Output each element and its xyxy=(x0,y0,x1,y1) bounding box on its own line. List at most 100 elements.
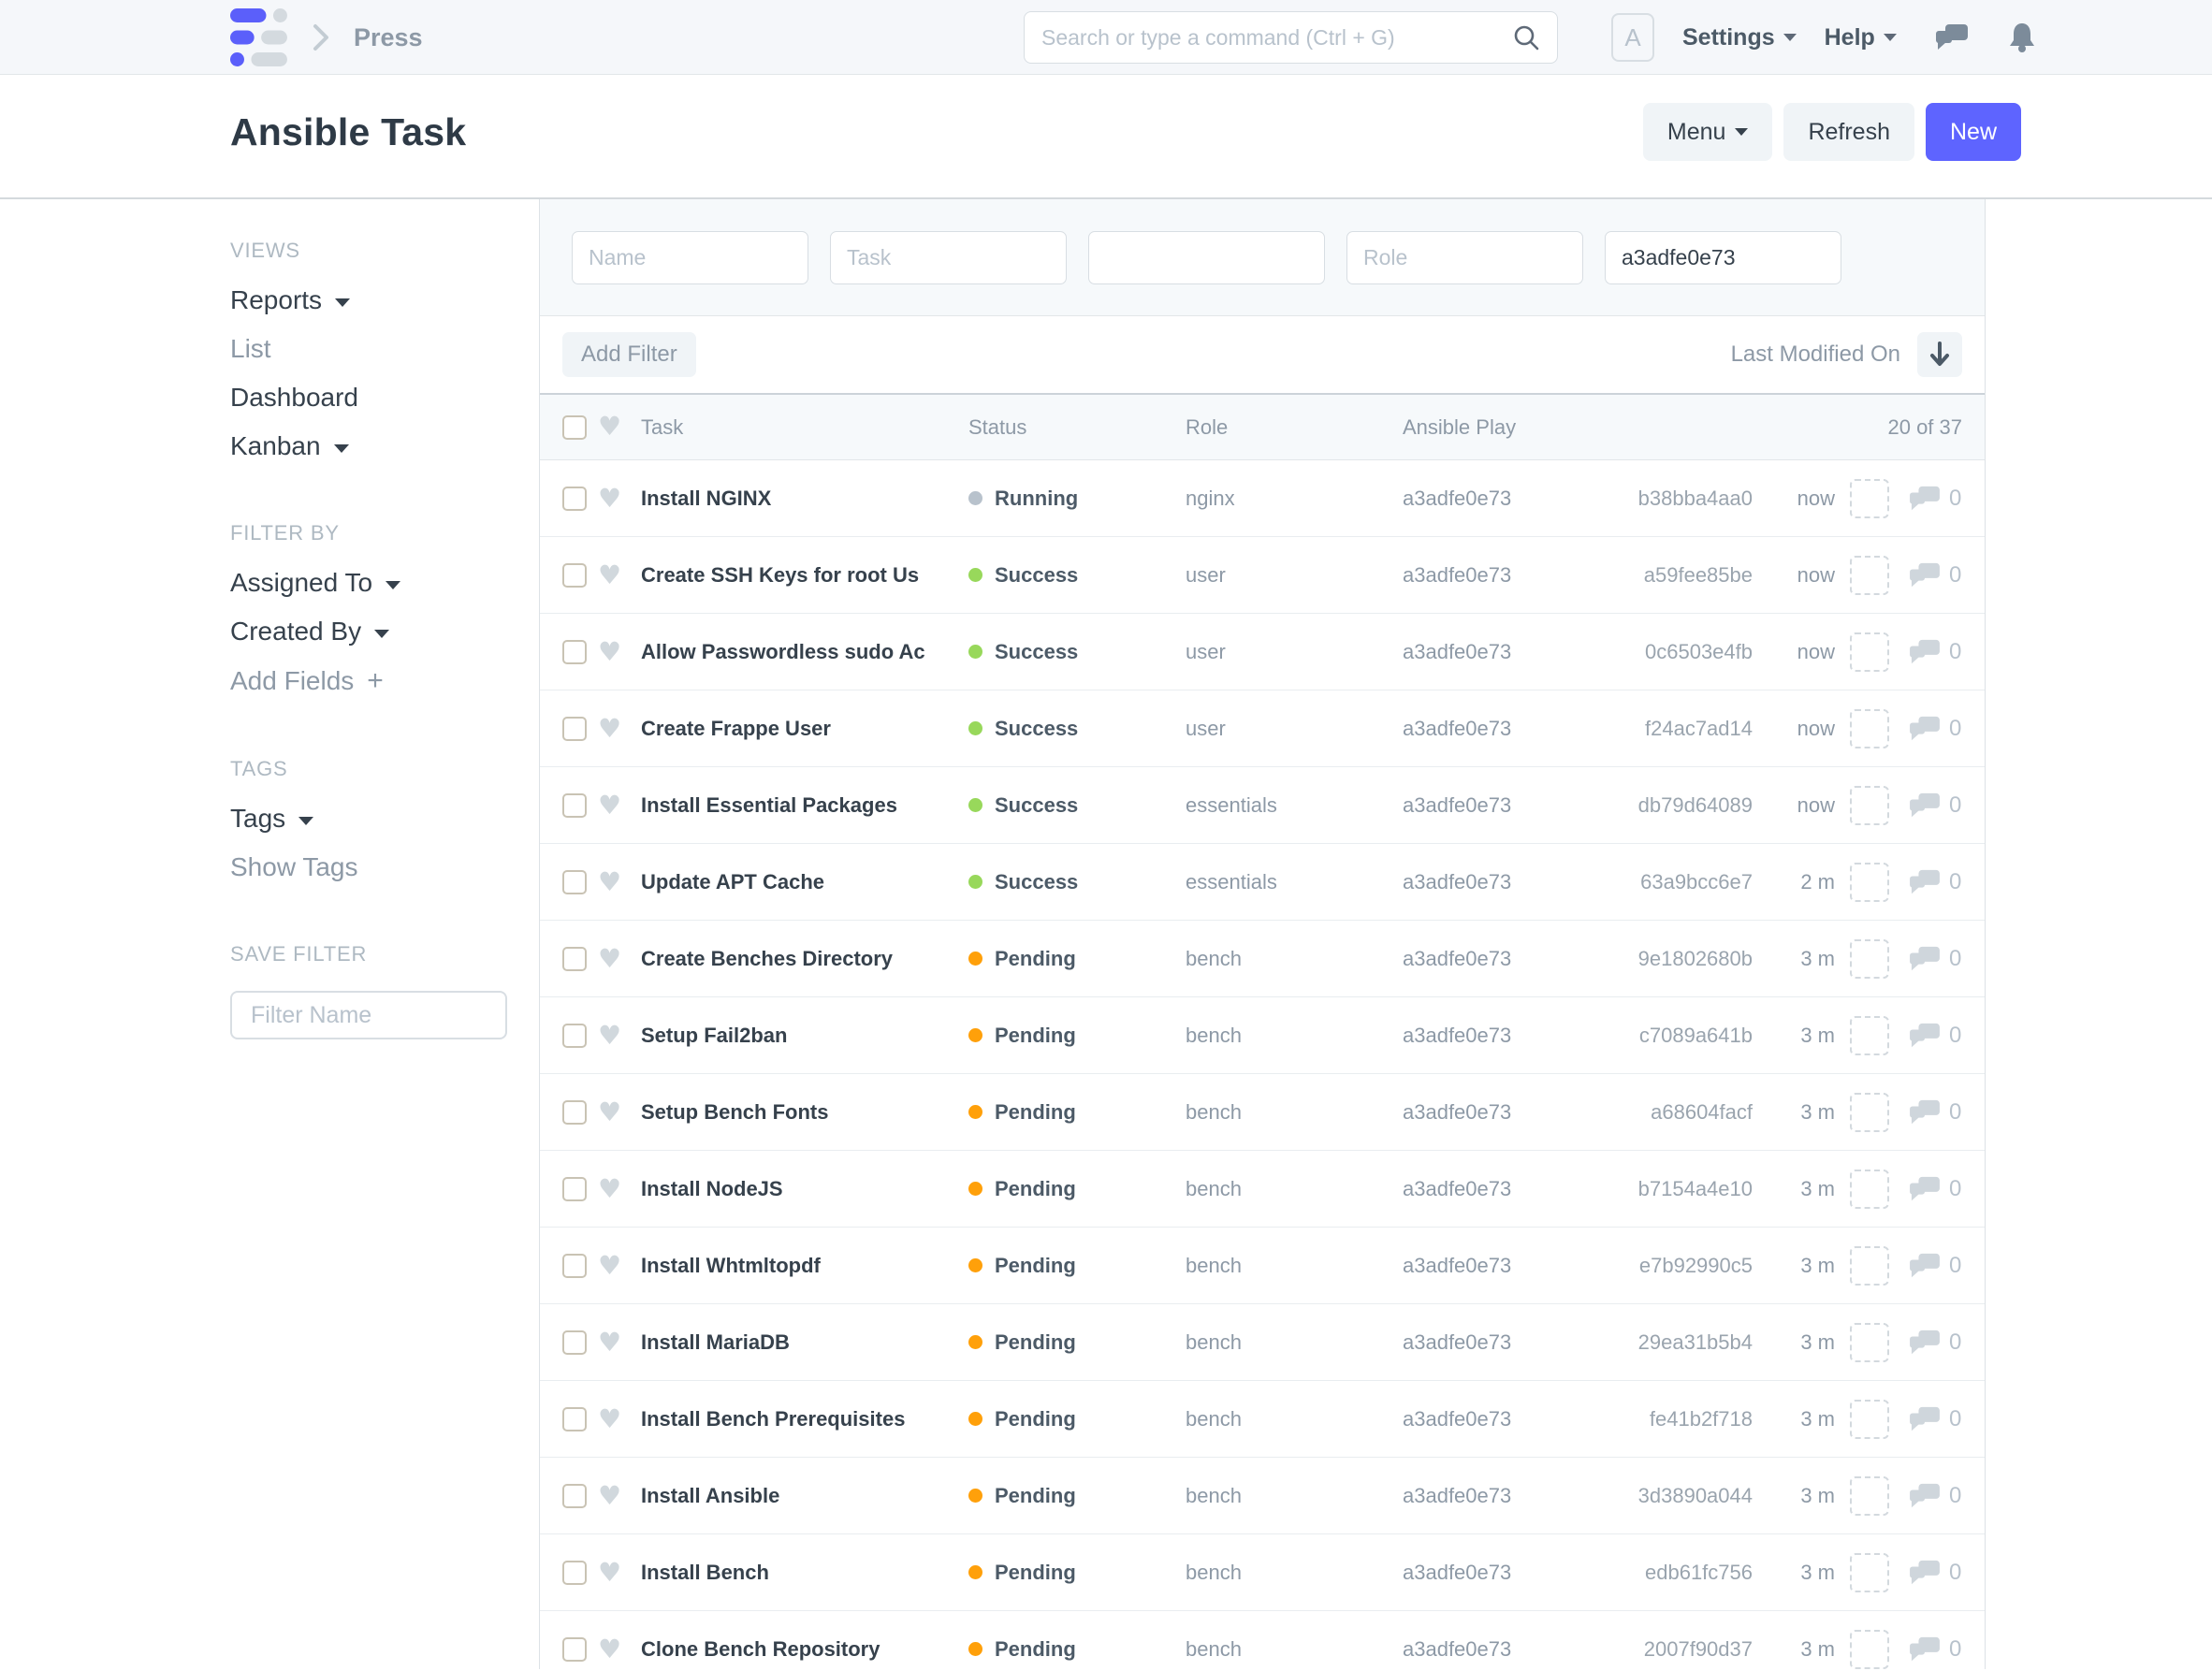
assign-button[interactable] xyxy=(1850,786,1889,825)
assign-button[interactable] xyxy=(1850,1016,1889,1055)
task-link[interactable]: Allow Passwordless sudo Ac xyxy=(641,640,925,663)
row-checkbox[interactable] xyxy=(562,1407,587,1431)
assign-button[interactable] xyxy=(1850,632,1889,672)
assign-button[interactable] xyxy=(1850,1400,1889,1439)
task-link[interactable]: Update APT Cache xyxy=(641,870,824,894)
menu-button[interactable]: Menu xyxy=(1643,103,1773,161)
filter-input-name[interactable] xyxy=(572,231,808,284)
row-checkbox[interactable] xyxy=(562,1561,587,1585)
like-heart-icon[interactable] xyxy=(598,713,621,744)
column-header-task[interactable]: Task xyxy=(641,415,968,440)
column-header-status[interactable]: Status xyxy=(968,415,1186,440)
assign-button[interactable] xyxy=(1850,1323,1889,1362)
task-link[interactable]: Create Frappe User xyxy=(641,717,831,740)
sort-field-label[interactable]: Last Modified On xyxy=(1731,341,1900,368)
assign-button[interactable] xyxy=(1850,1630,1889,1669)
table-row[interactable]: Install Bench Pending bench a3adfe0e73 e… xyxy=(540,1534,1985,1611)
table-row[interactable]: Allow Passwordless sudo Ac Success user … xyxy=(540,614,1985,690)
row-checkbox[interactable] xyxy=(562,1484,587,1508)
table-row[interactable]: Create SSH Keys for root Us Success user… xyxy=(540,537,1985,614)
search-input[interactable] xyxy=(1041,25,1512,51)
row-checkbox[interactable] xyxy=(562,870,587,894)
table-row[interactable]: Install Essential Packages Success essen… xyxy=(540,767,1985,844)
table-row[interactable]: Create Frappe User Success user a3adfe0e… xyxy=(540,690,1985,767)
like-heart-icon[interactable] xyxy=(598,1403,621,1434)
row-checkbox[interactable] xyxy=(562,1637,587,1662)
like-heart-icon[interactable] xyxy=(598,1480,621,1511)
table-row[interactable]: Install NodeJS Pending bench a3adfe0e73 … xyxy=(540,1151,1985,1228)
table-row[interactable]: Setup Fail2ban Pending bench a3adfe0e73 … xyxy=(540,997,1985,1074)
like-heart-icon[interactable] xyxy=(598,790,621,821)
sidebar-item-add-fields[interactable]: Add Fields + xyxy=(230,667,511,695)
task-link[interactable]: Install Whtmltopdf xyxy=(641,1254,821,1277)
task-link[interactable]: Install NGINX xyxy=(641,487,771,510)
settings-menu[interactable]: Settings xyxy=(1682,24,1797,51)
assign-button[interactable] xyxy=(1850,1476,1889,1516)
notifications-button[interactable] xyxy=(2007,22,2037,53)
table-row[interactable]: Clone Bench Repository Pending bench a3a… xyxy=(540,1611,1985,1671)
like-heart-icon[interactable] xyxy=(598,636,621,667)
new-button[interactable]: New xyxy=(1926,103,2021,161)
sort-direction-button[interactable] xyxy=(1917,332,1962,377)
task-link[interactable]: Create SSH Keys for root Us xyxy=(641,563,919,587)
assign-button[interactable] xyxy=(1850,1170,1889,1209)
row-checkbox[interactable] xyxy=(562,793,587,818)
row-checkbox[interactable] xyxy=(562,947,587,971)
table-row[interactable]: Create Benches Directory Pending bench a… xyxy=(540,921,1985,997)
like-heart-icon[interactable] xyxy=(598,1097,621,1127)
row-checkbox[interactable] xyxy=(562,1177,587,1201)
filter-input-play[interactable] xyxy=(1605,231,1841,284)
like-heart-icon[interactable] xyxy=(598,559,621,590)
task-link[interactable]: Install Essential Packages xyxy=(641,793,897,817)
assign-button[interactable] xyxy=(1850,1246,1889,1286)
sidebar-item-show-tags[interactable]: Show Tags xyxy=(230,854,511,880)
column-header-ansible-play[interactable]: Ansible Play xyxy=(1403,415,1569,440)
table-row[interactable]: Install MariaDB Pending bench a3adfe0e73… xyxy=(540,1304,1985,1381)
sidebar-item-kanban[interactable]: Kanban xyxy=(230,433,511,459)
row-checkbox[interactable] xyxy=(562,1024,587,1048)
like-heart-icon[interactable] xyxy=(598,1634,621,1664)
row-checkbox[interactable] xyxy=(562,487,587,511)
row-checkbox[interactable] xyxy=(562,1100,587,1125)
filter-name-input[interactable] xyxy=(230,991,507,1039)
assign-button[interactable] xyxy=(1850,1093,1889,1132)
task-link[interactable]: Install NodeJS xyxy=(641,1177,783,1200)
task-link[interactable]: Install Ansible xyxy=(641,1484,779,1507)
task-link[interactable]: Clone Bench Repository xyxy=(641,1637,880,1661)
sidebar-item-tags[interactable]: Tags xyxy=(230,806,511,832)
search-icon[interactable] xyxy=(1512,23,1540,51)
like-heart-icon[interactable] xyxy=(598,1250,621,1281)
assign-button[interactable] xyxy=(1850,1553,1889,1592)
task-link[interactable]: Setup Fail2ban xyxy=(641,1024,787,1047)
add-filter-button[interactable]: Add Filter xyxy=(562,332,696,377)
row-checkbox[interactable] xyxy=(562,1330,587,1355)
table-row[interactable]: Install NGINX Running nginx a3adfe0e73 b… xyxy=(540,460,1985,537)
assign-button[interactable] xyxy=(1850,939,1889,979)
refresh-button[interactable]: Refresh xyxy=(1783,103,1914,161)
table-row[interactable]: Install Ansible Pending bench a3adfe0e73… xyxy=(540,1458,1985,1534)
table-row[interactable]: Setup Bench Fonts Pending bench a3adfe0e… xyxy=(540,1074,1985,1151)
like-heart-icon[interactable] xyxy=(598,943,621,974)
breadcrumb[interactable]: Press xyxy=(354,23,423,52)
task-link[interactable]: Create Benches Directory xyxy=(641,947,893,970)
help-menu[interactable]: Help xyxy=(1825,24,1897,51)
assign-button[interactable] xyxy=(1850,709,1889,748)
select-all-checkbox[interactable] xyxy=(562,415,587,440)
task-link[interactable]: Setup Bench Fonts xyxy=(641,1100,828,1124)
avatar[interactable]: A xyxy=(1611,13,1654,62)
like-heart-icon[interactable] xyxy=(598,1557,621,1588)
task-link[interactable]: Install MariaDB xyxy=(641,1330,790,1354)
row-checkbox[interactable] xyxy=(562,563,587,588)
filter-input-role[interactable] xyxy=(1346,231,1583,284)
row-checkbox[interactable] xyxy=(562,717,587,741)
messages-button[interactable] xyxy=(1934,22,1970,52)
task-link[interactable]: Install Bench Prerequisites xyxy=(641,1407,905,1431)
sidebar-item-reports[interactable]: Reports xyxy=(230,287,511,313)
sidebar-item-created-by[interactable]: Created By xyxy=(230,618,511,645)
row-checkbox[interactable] xyxy=(562,1254,587,1278)
assign-button[interactable] xyxy=(1850,479,1889,518)
heart-icon[interactable] xyxy=(598,411,621,442)
row-checkbox[interactable] xyxy=(562,640,587,664)
app-logo-icon[interactable] xyxy=(230,8,288,66)
table-row[interactable]: Install Bench Prerequisites Pending benc… xyxy=(540,1381,1985,1458)
